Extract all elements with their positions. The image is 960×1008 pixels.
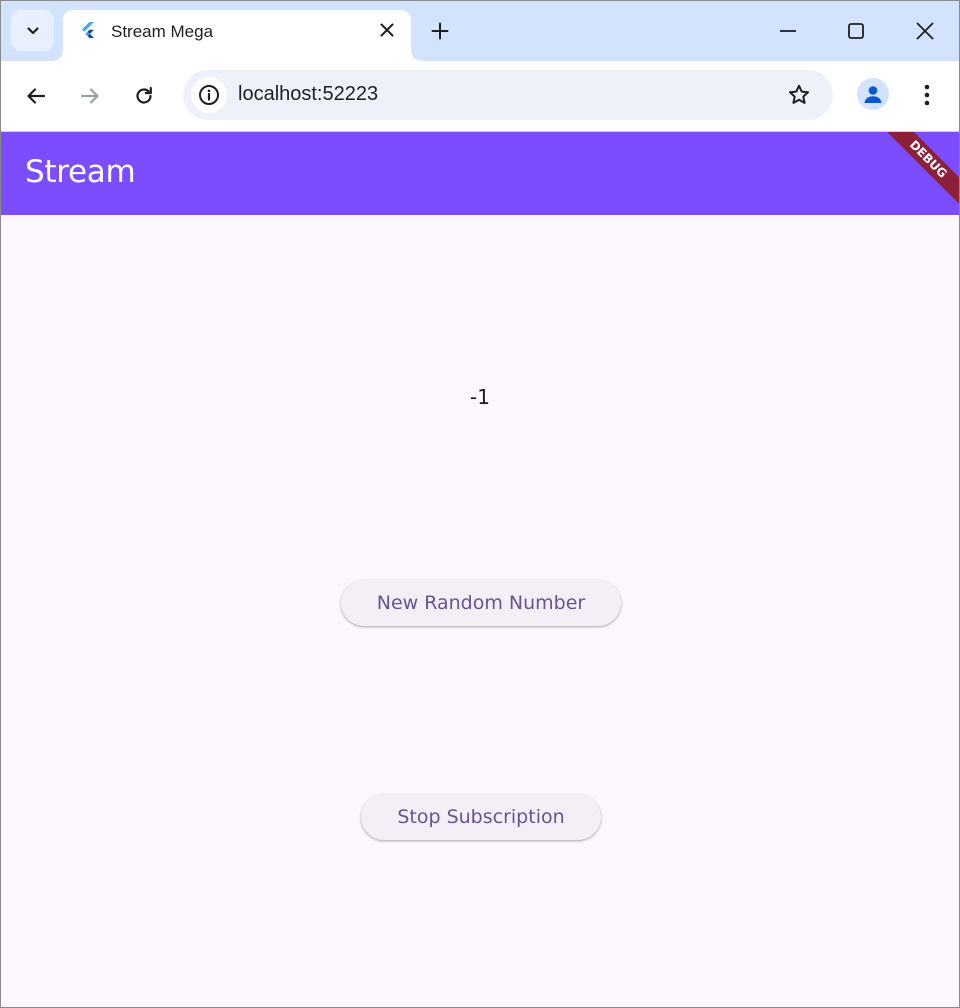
maximize-button[interactable] [841, 16, 871, 46]
minimize-icon [780, 30, 796, 32]
forward-button[interactable] [76, 82, 104, 110]
plus-icon [431, 22, 449, 40]
close-tab-button[interactable] [377, 20, 397, 40]
site-info-button[interactable] [191, 77, 227, 113]
page-title: Stream [25, 154, 136, 190]
minimize-button[interactable] [773, 16, 803, 46]
app-bar: Stream DEBUG [1, 132, 959, 215]
profile-button[interactable] [857, 78, 889, 110]
close-icon [380, 23, 394, 37]
chevron-down-icon [26, 26, 39, 34]
close-icon [916, 22, 934, 40]
debug-banner: DEBUG [875, 132, 959, 213]
info-icon [199, 85, 219, 105]
flutter-logo-icon [82, 22, 94, 38]
browser-window: Stream Mega localhost:52223 Stream DEBUG… [0, 0, 960, 1008]
reload-icon [136, 86, 152, 104]
star-icon[interactable] [787, 83, 811, 107]
address-bar[interactable]: localhost:52223 [183, 70, 833, 120]
stop-subscription-button[interactable]: Stop Subscription [361, 794, 601, 840]
maximize-icon [848, 23, 864, 39]
tab-search-button[interactable] [11, 10, 54, 51]
profile-icon [864, 86, 882, 103]
browser-toolbar: localhost:52223 [1, 61, 959, 132]
back-button[interactable] [22, 82, 50, 110]
url-text[interactable]: localhost:52223 [238, 83, 378, 106]
more-vert-icon [924, 84, 930, 106]
tab-strip: Stream Mega [1, 1, 959, 61]
browser-menu-button[interactable] [913, 81, 941, 109]
random-number-value: -1 [470, 385, 490, 409]
tab-active[interactable]: Stream Mega [53, 10, 421, 61]
new-tab-button[interactable] [428, 19, 452, 43]
arrow-right-icon [80, 88, 99, 104]
close-window-button[interactable] [910, 16, 940, 46]
tab-title: Stream Mega [111, 22, 214, 41]
app-body: -1 New Random Number Stop Subscription [1, 215, 959, 1007]
arrow-left-icon [27, 88, 46, 104]
new-random-number-button[interactable]: New Random Number [341, 580, 621, 626]
reload-button[interactable] [130, 82, 158, 110]
